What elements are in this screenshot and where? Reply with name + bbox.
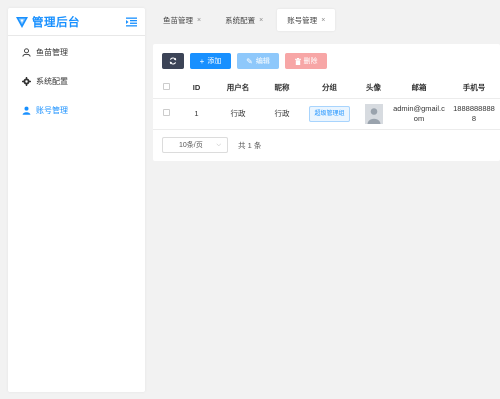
pagination: 10条/页 ⌵ 共 1 条: [162, 137, 261, 153]
pencil-icon: ✎: [246, 56, 253, 66]
gear-icon: [22, 77, 31, 86]
cell-email: admin@gmail.com: [390, 98, 448, 130]
cell-id: 1: [179, 98, 214, 130]
tab-fry-management[interactable]: 鱼苗管理 ×: [153, 9, 211, 31]
sidebar-item-label: 账号管理: [36, 106, 68, 115]
refresh-icon: [169, 57, 177, 65]
sidebar: 管理后台 鱼苗管理 系统配置 账号管理: [8, 8, 145, 392]
chevron-down-icon: ⌵: [216, 141, 221, 148]
add-button[interactable]: + 添加: [190, 53, 231, 69]
column-header-email[interactable]: 邮箱: [390, 77, 448, 99]
edit-button[interactable]: ✎ 编辑: [237, 53, 279, 69]
sidebar-item-label: 鱼苗管理: [36, 48, 68, 57]
default-avatar-icon[interactable]: [364, 103, 383, 124]
account-list-card: + 添加 ✎ 编辑 删除 ID 用户名 昵称 分组 头像 邮箱 手机号 1 行政…: [153, 44, 500, 161]
tab-label: 系统配置: [225, 15, 256, 25]
delete-button[interactable]: 删除: [285, 53, 327, 69]
column-header-nickname[interactable]: 昵称: [262, 77, 302, 99]
cell-username: 行政: [214, 98, 262, 130]
account-table: ID 用户名 昵称 分组 头像 邮箱 手机号 1 行政 行政 超级管理组 adm…: [153, 77, 500, 130]
trash-icon: [294, 57, 301, 65]
add-button-label: 添加: [207, 58, 222, 65]
refresh-button[interactable]: [162, 53, 184, 69]
tab-bar: 鱼苗管理 × 系统配置 × 账号管理 ×: [153, 9, 336, 31]
delete-button-label: 删除: [303, 58, 318, 65]
total-count: 共 1 条: [238, 140, 262, 150]
tab-account-management[interactable]: 账号管理 ×: [277, 9, 336, 31]
logo-icon: [16, 16, 28, 28]
cell-phone: 18888888888: [448, 98, 500, 130]
sidebar-item-system-config[interactable]: 系统配置: [8, 67, 145, 96]
tab-label: 账号管理: [287, 15, 318, 25]
column-header-group[interactable]: 分组: [302, 77, 357, 99]
brand-bar: 管理后台: [8, 8, 145, 36]
row-select-cell: [153, 98, 179, 130]
close-icon[interactable]: ×: [321, 17, 325, 24]
user-outline-icon: [22, 48, 31, 57]
close-icon[interactable]: ×: [197, 17, 201, 24]
page-size-value: 10条/页: [179, 142, 203, 149]
close-icon[interactable]: ×: [259, 17, 263, 24]
table-row[interactable]: 1 行政 行政 超级管理组 admin@gmail.com 1888888888…: [153, 98, 500, 130]
row-checkbox[interactable]: [162, 108, 170, 116]
select-all-cell: [153, 77, 179, 99]
table-header-row: ID 用户名 昵称 分组 头像 邮箱 手机号: [153, 77, 500, 99]
user-filled-icon: [22, 106, 31, 115]
menu-collapse-icon[interactable]: [126, 17, 137, 27]
app-title: 管理后台: [32, 16, 80, 29]
sidebar-item-fry-management[interactable]: 鱼苗管理: [8, 38, 145, 67]
cell-nickname: 行政: [262, 98, 302, 130]
select-all-checkbox[interactable]: [162, 82, 170, 90]
tab-system-config[interactable]: 系统配置 ×: [215, 9, 273, 31]
sidebar-item-account-management[interactable]: 账号管理: [8, 96, 145, 125]
group-tag: 超级管理组: [309, 105, 350, 122]
tab-label: 鱼苗管理: [163, 15, 193, 25]
toolbar: + 添加 ✎ 编辑 删除: [162, 53, 327, 69]
column-header-avatar[interactable]: 头像: [357, 77, 390, 99]
page-size-select[interactable]: 10条/页 ⌵: [162, 137, 228, 153]
cell-avatar: [357, 98, 390, 130]
sidebar-item-label: 系统配置: [36, 77, 68, 86]
plus-icon: +: [199, 56, 205, 66]
column-header-phone[interactable]: 手机号: [448, 77, 500, 99]
edit-button-label: 编辑: [255, 58, 270, 65]
cell-group: 超级管理组: [302, 98, 357, 130]
side-menu: 鱼苗管理 系统配置 账号管理: [8, 36, 145, 125]
column-header-username[interactable]: 用户名: [214, 77, 262, 99]
column-header-id[interactable]: ID: [179, 77, 214, 99]
